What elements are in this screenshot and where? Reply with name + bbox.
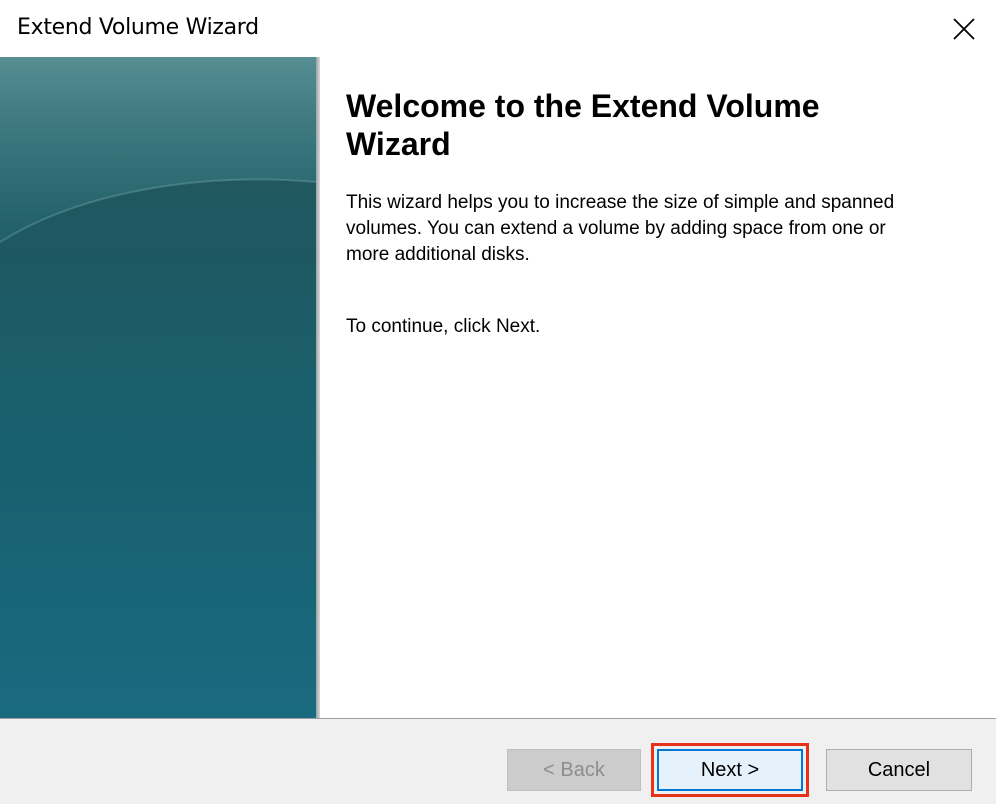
close-icon xyxy=(953,17,975,40)
close-button[interactable] xyxy=(932,0,996,57)
wizard-banner-image xyxy=(0,57,316,718)
window-title: Extend Volume Wizard xyxy=(17,15,259,40)
wizard-description: This wizard helps you to increase the si… xyxy=(346,192,895,265)
banner-divider xyxy=(316,57,320,718)
title-bar: Extend Volume Wizard xyxy=(0,0,996,57)
next-button[interactable]: Next > xyxy=(657,749,803,791)
wizard-footer: < Back Next > Cancel xyxy=(0,718,996,804)
wizard-content: Welcome to the Extend Volume Wizard This… xyxy=(0,57,996,718)
cancel-button[interactable]: Cancel xyxy=(826,749,972,791)
back-button[interactable]: < Back xyxy=(507,749,641,791)
extend-volume-wizard-window: Extend Volume Wizard Welcome to the Exte… xyxy=(0,0,996,804)
continue-instruction: To continue, click Next. xyxy=(346,316,541,337)
page-heading: Welcome to the Extend Volume Wizard xyxy=(346,88,820,162)
banner-swoosh-graphic xyxy=(0,57,316,387)
